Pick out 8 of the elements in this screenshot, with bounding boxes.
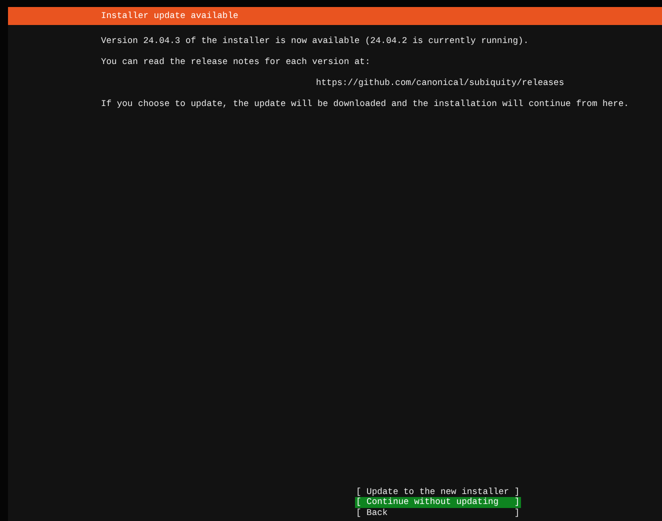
message-text: You can read the release notes for each version at:	[101, 56, 370, 66]
release-notes-url: https://github.com/canonical/subiquity/releases	[316, 78, 564, 88]
menu-button[interactable]: [ Continue without updating ]	[355, 497, 521, 508]
menu-button[interactable]: [ Update to the new installer ]	[355, 486, 521, 497]
menu-button[interactable]: [ Back ]	[355, 508, 521, 518]
message-text: If you choose to update, the update will be downloaded and the installation will continue from here.	[101, 98, 629, 108]
header-title: Installer update available	[101, 11, 238, 21]
message-text: Version 24.04.3 of the installer is now available (24.04.2 is currently running).	[101, 36, 529, 46]
